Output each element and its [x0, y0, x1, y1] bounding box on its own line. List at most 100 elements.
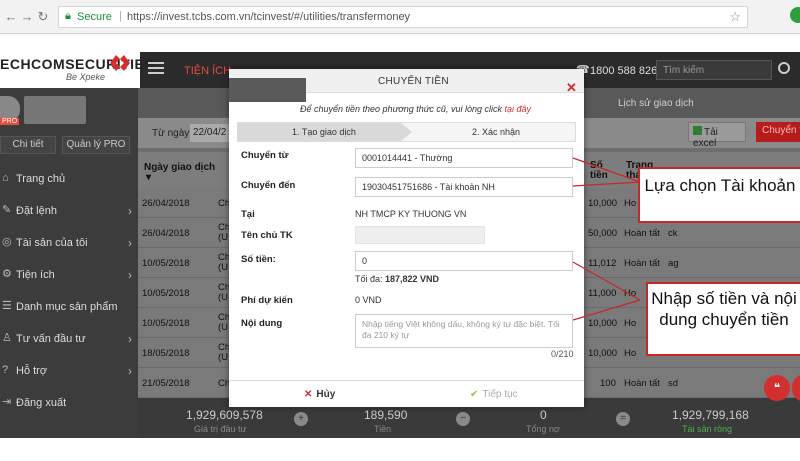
sidebar-item-assets[interactable]: ◎ Tài sản của tôi ›	[0, 228, 138, 259]
to-account-label: Chuyển đến	[241, 180, 296, 191]
modal-footer	[229, 380, 584, 407]
header-section-title: TIỆN ÍCH	[184, 65, 232, 77]
gear-icon: ⚙	[2, 268, 12, 280]
bookmark-star-icon[interactable]: ☆	[729, 9, 741, 25]
url-text: https://invest.tcbs.com.vn/tcinvest/#/ut…	[127, 11, 411, 23]
from-account-select[interactable]: 0001014441 - Thường	[355, 148, 573, 168]
from-date-label: Từ ngày	[152, 128, 190, 139]
cell-amount: 11,012	[588, 258, 617, 269]
hotline-number: 1800 588 826	[590, 65, 658, 77]
cell-amount: 10,000	[588, 318, 618, 329]
sidebar-item-order[interactable]: ✎ Đặt lệnh ›	[0, 196, 138, 227]
cell-amount: 10,000	[588, 198, 618, 209]
lock-icon: 🔒︎	[65, 10, 71, 22]
help-icon: ?	[2, 364, 9, 376]
cell-note: sd	[668, 378, 679, 389]
transfer-money-button[interactable]: Chuyển tiền	[756, 122, 800, 142]
search-icon[interactable]	[778, 62, 790, 74]
secure-label: Secure	[77, 11, 112, 23]
logout-icon: ⇥	[2, 396, 12, 408]
download-excel-button[interactable]: Tải excel	[688, 122, 746, 149]
sidebar-item-advisory[interactable]: ♙ Tư vấn đầu tư ›	[0, 324, 138, 355]
logo-tagline: Be Xpeke	[66, 72, 106, 82]
cell-date: 26/04/2018	[142, 198, 190, 209]
list-icon: ☰	[2, 300, 12, 312]
home-icon: ⌂	[2, 172, 9, 184]
cell-status: Hoàn tất	[624, 378, 660, 389]
cancel-button[interactable]: ✕ Hủy	[304, 389, 335, 400]
legacy-method-link[interactable]: tại đây	[504, 104, 531, 114]
sidebar-item-home[interactable]: ⌂ Trang chủ	[0, 164, 138, 195]
cell-status: Hoàn tất	[624, 228, 660, 239]
cell-amount: 100	[600, 378, 616, 389]
arrow-right-icon[interactable]: →	[20, 9, 34, 25]
hint-text: Để chuyển tiền theo phương thức cũ, vui …	[300, 104, 505, 114]
amount-input[interactable]: 0	[355, 251, 573, 271]
chevron-right-icon: ›	[128, 204, 132, 218]
sidebar-item-label: Tư vấn đầu tư	[16, 333, 86, 345]
cell-date: 10/05/2018	[142, 318, 190, 329]
net-assets-label: Tài sản ròng	[682, 424, 733, 434]
char-counter: 0/210	[551, 349, 574, 359]
cell-type: Ch (U	[218, 342, 231, 363]
advisor-icon: ♙	[2, 332, 12, 344]
sidebar-item-logout[interactable]: ⇥ Đăng xuất	[0, 388, 138, 419]
arrow-left-icon[interactable]: ←	[4, 9, 18, 25]
manage-pro-button[interactable]: Quản lý PRO	[62, 136, 130, 154]
tab-transaction-history[interactable]: Lịch sử giao dịch	[618, 98, 694, 109]
cell-date: 10/05/2018	[142, 288, 190, 299]
extension-icon[interactable]	[790, 7, 800, 23]
cancel-label: Hủy	[316, 389, 336, 400]
sort-down-icon[interactable]: ▾	[146, 172, 151, 183]
modal-title: CHUYỂN TIỀN	[378, 76, 449, 87]
investment-value: 1,929,609,578	[186, 408, 263, 422]
plus-icon: +	[294, 412, 308, 426]
cell-date: 18/05/2018	[142, 348, 190, 359]
sidebar-item-label: Hỗ trợ	[16, 365, 48, 377]
minus-icon: −	[456, 412, 470, 426]
continue-button[interactable]: ✔ Tiếp tục	[470, 389, 518, 400]
max-amount-hint: Tối đa: 187,822 VND	[355, 274, 439, 284]
close-icon[interactable]: ✕	[566, 80, 577, 96]
amount-label: Số tiền:	[241, 254, 276, 265]
chevron-right-icon: ›	[128, 236, 132, 250]
cell-status: Ho	[624, 198, 637, 209]
column-header-amount[interactable]: Số tiền	[590, 161, 612, 181]
chat-bubble-icon[interactable]: ❝	[764, 375, 790, 401]
reload-icon[interactable]: ↻	[36, 9, 50, 25]
column-header-date[interactable]: Ngày giao dịch	[144, 162, 215, 173]
max-amount-label: Tối đa:	[355, 274, 386, 284]
content-label: Nội dung	[241, 318, 283, 329]
screen: ← → ↻ ⌂ 🔒︎ Secure | https://invest.tcbs.…	[0, 0, 800, 461]
cell-status: Ho	[624, 288, 637, 299]
from-date-input[interactable]: 22/04/2	[190, 124, 230, 142]
redacted-block	[229, 78, 306, 102]
cell-status: Hoàn tất	[624, 258, 660, 269]
cell-date: 26/04/2018	[142, 228, 190, 239]
debt-value: 0	[540, 408, 547, 422]
fee-label: Phí dự kiến	[241, 295, 293, 306]
detail-button[interactable]: Chi tiết	[0, 136, 56, 154]
address-bar[interactable]: 🔒︎ Secure | https://invest.tcbs.com.vn/t…	[58, 6, 748, 28]
sidebar-item-products[interactable]: ☰ Danh mục sản phẩm	[0, 292, 138, 323]
cell-amount: 10,000	[588, 348, 618, 359]
menu-toggle-icon[interactable]	[148, 62, 164, 74]
logo[interactable]: ECHCOMSECURITIES Be Xpeke	[0, 52, 154, 88]
account-owner-label: Tên chủ TK	[241, 230, 293, 241]
sidebar-item-label: Đăng xuất	[16, 397, 67, 409]
sidebar-item-label: Tài sản của tôi	[16, 237, 88, 249]
bank-label: Tại	[241, 209, 255, 220]
sidebar-item-utilities[interactable]: ⚙ Tiện ích ›	[0, 260, 138, 291]
to-account-select[interactable]: 19030451751686 - Tài khoản NH	[355, 177, 573, 197]
browser-toolbar: ← → ↻ ⌂ 🔒︎ Secure | https://invest.tcbs.…	[0, 0, 800, 34]
cell-status: Ho	[624, 348, 637, 359]
cell-date: 21/05/2018	[142, 378, 190, 389]
user-name-redacted	[24, 96, 86, 124]
coins-icon: ◎	[2, 236, 12, 248]
content-textarea[interactable]: Nhập tiếng Việt không dấu, không ký tự đ…	[355, 314, 573, 348]
sidebar-item-support[interactable]: ? Hỗ trợ ›	[0, 356, 138, 387]
cash-value: 189,590	[364, 408, 408, 422]
search-input[interactable]: Tìm kiếm	[656, 60, 772, 80]
chevron-right-icon: ›	[128, 364, 132, 378]
sidebar-item-label: Tiện ích	[16, 269, 55, 281]
